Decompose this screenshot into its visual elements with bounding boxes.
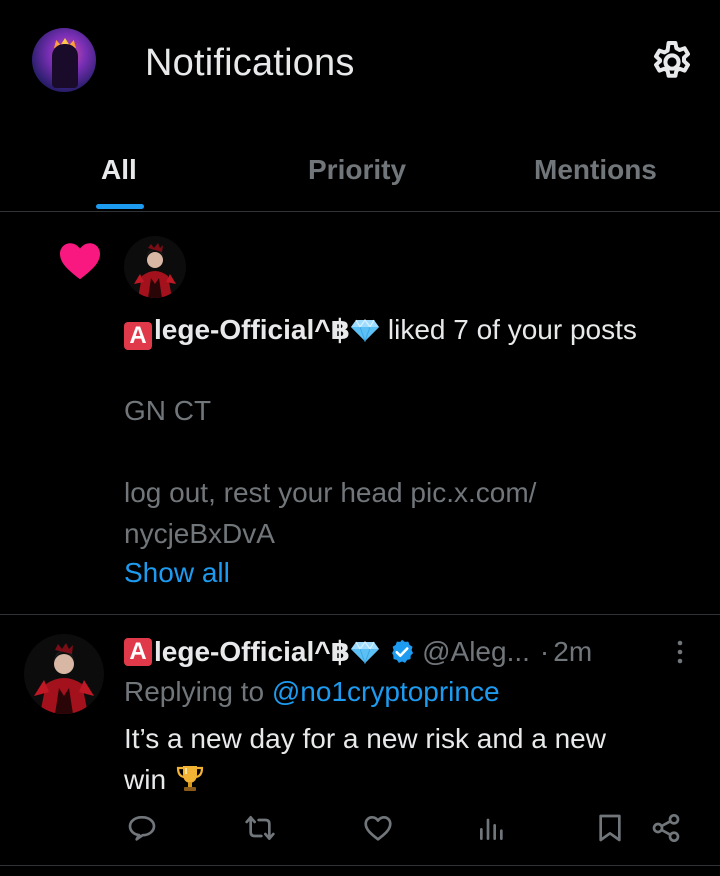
post-text-line: It’s a new day for a new risk and a new [124, 723, 606, 754]
author-avatar[interactable] [24, 634, 104, 714]
actor-avatar[interactable] [124, 236, 186, 298]
snippet-line: nycjeBxDvA [124, 518, 275, 549]
avatar-figure [52, 44, 78, 88]
meta-separator: · [539, 636, 550, 667]
post-actions [124, 812, 694, 852]
verified-badge-icon [392, 639, 414, 663]
post-text: It’s a new day for a new risk and a new … [124, 718, 684, 800]
author-name[interactable]: lege-Official^ [154, 632, 331, 672]
like-action-text: liked 7 of your posts [380, 314, 637, 345]
tab-all[interactable]: All [0, 128, 240, 211]
notification-tabs: All Priority Mentions [0, 128, 720, 212]
share-icon[interactable] [650, 812, 682, 844]
snippet-line: log out, rest your head pic.x.com/ [124, 477, 537, 508]
post-header: Alege-Official^ ฿ @Aleg... · 2m [124, 632, 592, 672]
reply-icon[interactable] [126, 812, 158, 844]
tab-mentions[interactable]: Mentions [480, 128, 720, 211]
tab-priority[interactable]: Priority [240, 128, 480, 211]
profile-avatar[interactable] [32, 28, 96, 92]
more-options-icon[interactable] [666, 638, 694, 666]
views-icon[interactable] [476, 812, 508, 844]
gear-icon[interactable] [648, 38, 696, 86]
page-title: Notifications [145, 42, 355, 84]
actor-symbol: ฿ [330, 314, 351, 345]
bookmark-icon[interactable] [594, 812, 626, 844]
show-all-link[interactable]: Show all [124, 553, 230, 593]
tab-mentions-label: Mentions [534, 153, 657, 185]
diamond-icon [351, 640, 380, 664]
post-text-line: win [124, 764, 167, 795]
snippet-blank-line [124, 431, 664, 472]
replying-prefix: Replying to [124, 676, 272, 707]
like-icon[interactable] [362, 812, 394, 844]
letter-a-badge: A [124, 322, 152, 350]
actor-name[interactable]: lege-Official^ [154, 314, 331, 345]
post-timestamp[interactable]: 2m [553, 632, 592, 672]
top-bar: Notifications [0, 0, 720, 128]
letter-a-badge: A [124, 638, 152, 666]
replying-to: Replying to @no1cryptoprince [124, 672, 500, 712]
tab-priority-label: Priority [308, 153, 407, 185]
snippet-line: GN CT [124, 395, 212, 426]
replying-mention-link[interactable]: @no1cryptoprince [272, 676, 500, 707]
repost-icon[interactable] [244, 812, 276, 844]
author-handle[interactable]: @Aleg... [422, 632, 530, 672]
author-symbol: ฿ [330, 636, 351, 667]
active-tab-indicator [96, 204, 144, 209]
like-summary: Alege-Official^฿ liked 7 of your posts [124, 310, 684, 350]
trophy-icon [176, 766, 203, 791]
tab-all-label: All [101, 153, 137, 185]
diamond-icon [351, 318, 380, 342]
heart-icon [60, 243, 100, 280]
liked-post-snippet[interactable]: GN CT log out, rest your head pic.x.com/… [124, 390, 664, 554]
